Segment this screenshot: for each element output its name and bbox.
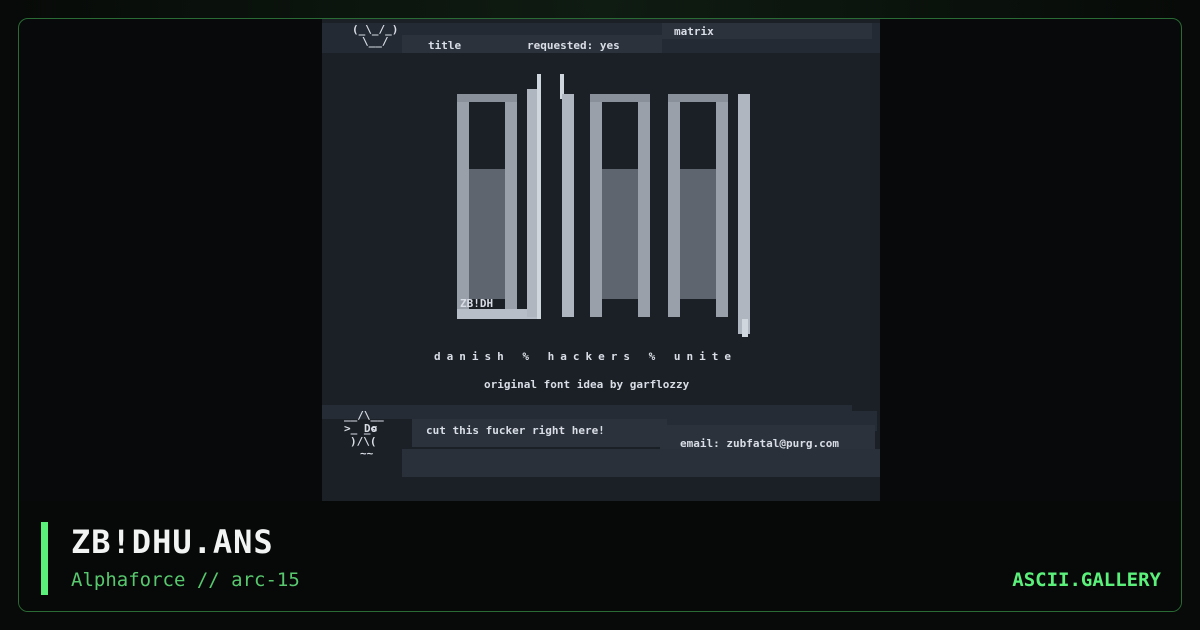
header-requested: requested: yes: [527, 39, 620, 52]
credit-line: original font idea by garflozzy: [484, 378, 690, 391]
header-matrix: matrix: [674, 25, 714, 38]
tagline: danish % hackers % unite: [434, 350, 737, 363]
artwork-subtitle: Alphaforce // arc-15: [71, 569, 300, 591]
ascii-letters: [457, 74, 750, 337]
gallery-card: (_\_/_) \__/ title requested: yes matrix: [18, 18, 1182, 612]
face-logo-bottom: __/\__: [344, 409, 384, 422]
artwork-title: ZB!DHU.ANS: [71, 523, 274, 561]
ascii-signature: ZB!DH: [460, 297, 493, 310]
ansi-artwork: (_\_/_) \__/ title requested: yes matrix: [322, 19, 880, 501]
cut-line-text: cut this fucker right here!: [426, 424, 605, 437]
ansi-art-canvas: (_\_/_) \__/ title requested: yes matrix: [322, 23, 880, 477]
accent-bar: [41, 522, 48, 595]
header-title: title: [428, 39, 461, 52]
info-footer: ZB!DHU.ANS Alphaforce // arc-15 ASCII.GA…: [19, 501, 1181, 611]
svg-text:~~: ~~: [360, 447, 374, 460]
svg-text:Do: Do: [364, 422, 378, 435]
email-text: email: zubfatal@purg.com: [680, 437, 839, 450]
brand-link[interactable]: ASCII.GALLERY: [1012, 569, 1161, 591]
svg-text:\__/: \__/: [362, 35, 389, 48]
